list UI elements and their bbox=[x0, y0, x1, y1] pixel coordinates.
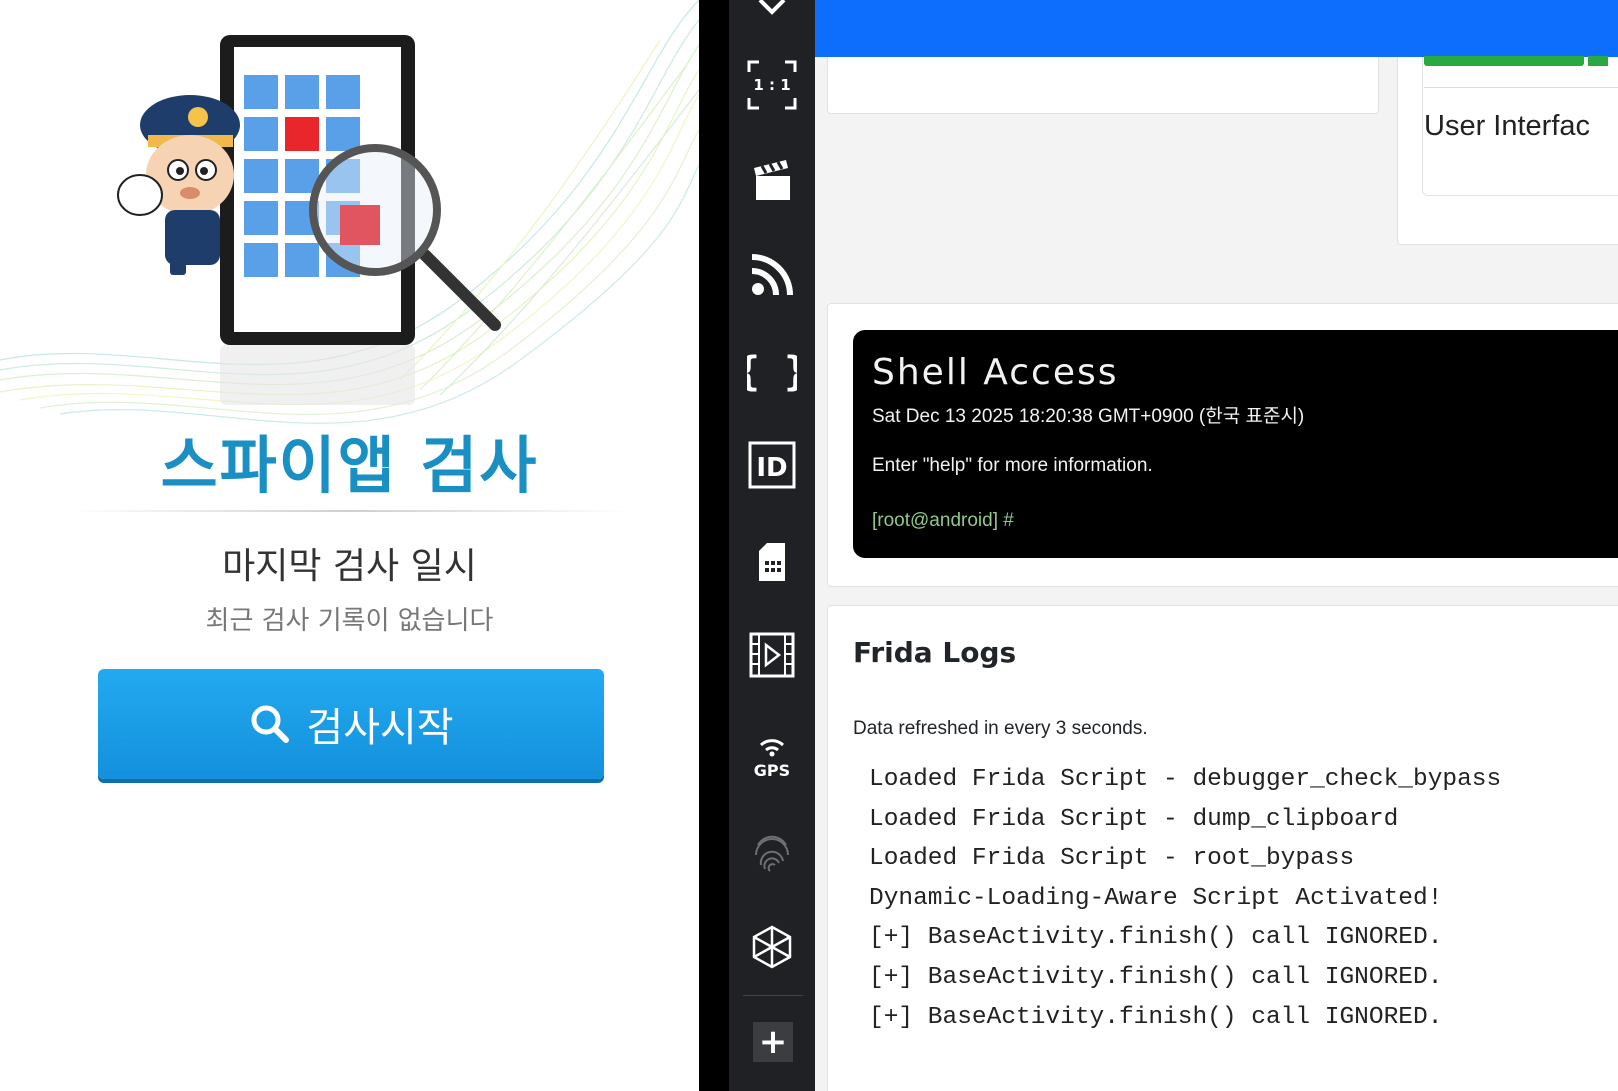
fullscreen-icon[interactable]: 1 : 1 bbox=[729, 58, 815, 112]
police-tablet-illustration bbox=[117, 35, 501, 405]
braces-icon[interactable]: { } bbox=[729, 345, 815, 395]
title-divider bbox=[70, 510, 630, 512]
3d-box-icon[interactable] bbox=[729, 920, 815, 974]
shell-title: Shell Access bbox=[872, 352, 1119, 393]
sim-card-icon[interactable] bbox=[729, 540, 815, 584]
frida-logs-title: Frida Logs bbox=[853, 636, 1017, 669]
shell-help-text: Enter "help" for more information. bbox=[872, 455, 1153, 476]
chevron-down-icon[interactable] bbox=[729, 0, 815, 16]
toolbar-separator bbox=[743, 995, 803, 996]
svg-text:ID: ID bbox=[756, 453, 787, 483]
app-title: 스파이앱 검사 bbox=[160, 429, 539, 502]
log-line: Loaded Frida Script - root_bypass bbox=[869, 845, 1355, 873]
start-scan-button[interactable]: 검사시작 bbox=[98, 669, 604, 779]
progress-bar-segment bbox=[1588, 56, 1608, 66]
search-icon bbox=[251, 705, 290, 743]
shell-date: Sat Dec 13 2025 18:20:38 GMT+0900 (한국 표준… bbox=[872, 406, 1305, 427]
web-dashboard: User Interfac Shell Access Sat Dec 13 20… bbox=[815, 0, 1618, 1091]
last-scan-value: 최근 검사 기록이 없습니다 bbox=[205, 606, 494, 636]
frida-log-list: Loaded Frida Script - debugger_check_byp… bbox=[869, 760, 1501, 1037]
top-navbar bbox=[815, 0, 1618, 57]
start-scan-label: 검사시작 bbox=[306, 705, 454, 751]
log-line: [+] BaseActivity.finish() call IGNORED. bbox=[869, 1003, 1443, 1031]
film-icon[interactable] bbox=[729, 630, 815, 680]
id-icon[interactable]: ID bbox=[729, 440, 815, 490]
frida-refresh-note: Data refreshed in every 3 seconds. bbox=[853, 718, 1148, 739]
log-line: Dynamic-Loading-Aware Script Activated! bbox=[869, 884, 1443, 912]
aspect-ratio-label: 1 : 1 bbox=[753, 76, 790, 94]
divider bbox=[1424, 87, 1618, 88]
add-button[interactable]: + bbox=[753, 1022, 793, 1062]
svg-text:{ }: { } bbox=[747, 349, 797, 392]
log-line: Loaded Frida Script - dump_clipboard bbox=[869, 805, 1399, 833]
log-line: Loaded Frida Script - debugger_check_byp… bbox=[869, 766, 1502, 793]
shell-prompt[interactable]: [root@android] # bbox=[872, 510, 1014, 532]
gps-icon[interactable]: GPS bbox=[729, 730, 815, 784]
rss-icon[interactable] bbox=[729, 250, 815, 300]
log-line: [+] BaseActivity.finish() call IGNORED. bbox=[869, 924, 1443, 952]
device-frame-edge bbox=[699, 0, 729, 1091]
last-scan-label: 마지막 검사 일시 bbox=[222, 546, 477, 587]
fingerprint-icon[interactable] bbox=[729, 828, 815, 878]
progress-bar bbox=[1424, 56, 1584, 66]
gps-label: GPS bbox=[754, 761, 790, 780]
log-line: [+] BaseActivity.finish() call IGNORED. bbox=[869, 963, 1443, 991]
emulator-toolbar: 1 : 1 { } ID bbox=[729, 0, 815, 1091]
add-icon: + bbox=[758, 1022, 788, 1062]
android-app-screen: 스파이앱 검사 마지막 검사 일시 최근 검사 기록이 없습니다 검사시작 bbox=[0, 0, 699, 1091]
user-interface-label: User Interfac bbox=[1424, 110, 1590, 142]
clapperboard-icon[interactable] bbox=[729, 155, 815, 205]
